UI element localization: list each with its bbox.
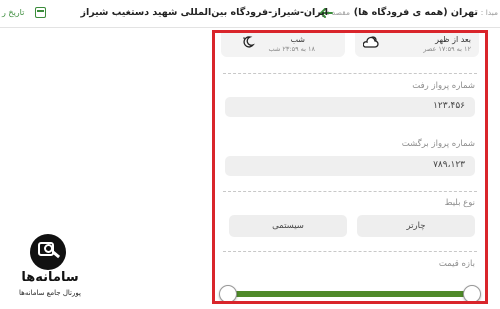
samanehha-logo: سامانه‌ها پورتال جامع سامانه‌ها [8, 232, 92, 304]
logo-tagline: پورتال جامع سامانه‌ها [19, 289, 81, 297]
price-range-slider[interactable] [227, 291, 473, 297]
outbound-flight-label: شماره پرواز رفت [412, 81, 475, 91]
divider [223, 251, 477, 252]
calendar-icon [35, 7, 46, 18]
logo-emblem-icon [30, 234, 66, 270]
price-max-handle[interactable] [463, 285, 481, 301]
night-title: شب [290, 35, 305, 44]
origin-value[interactable]: تهران (همه ی فرودگاه ها) [354, 6, 478, 20]
divider [223, 191, 477, 192]
afternoon-title: بعد از ظهر [435, 35, 471, 44]
outbound-flight-value: ۱۲۳،۴۵۶ [433, 101, 465, 111]
return-flight-input[interactable]: ۷۸۹،۱۲۳ [225, 156, 475, 176]
divider [223, 73, 477, 74]
destination-label: مقصد : [326, 8, 350, 17]
price-min-handle[interactable] [219, 285, 237, 301]
origin-label: مبدا : [480, 8, 498, 17]
night-range: ۱۸ به ۲۳:۵۹ شب [268, 45, 315, 53]
ticket-type-label: نوع بلیط [444, 198, 475, 208]
breadcrumb: مبدا : تهران (همه ی فرودگاه ها) مقصد : ا… [0, 0, 500, 28]
flight-filter-panel: بعد از ظهر ۱۲ به ۱۷:۵۹ عصر شب ۱۸ به ۲۳:۵… [212, 30, 488, 304]
price-range-label: بازه قیمت [438, 259, 475, 269]
ticket-option-charter[interactable]: چارتر [357, 215, 475, 237]
return-flight-value: ۷۸۹،۱۲۳ [433, 160, 465, 170]
ticket-option-system[interactable]: سیستمی [229, 215, 347, 237]
logo-name: سامانه‌ها [21, 270, 79, 285]
destination-value[interactable]: ایران-شیراز-فرودگاه بین‌المللی شهید دستغ… [81, 6, 328, 20]
time-card-night[interactable]: شب ۱۸ به ۲۳:۵۹ شب [221, 33, 345, 57]
sun-cloud-icon [363, 36, 379, 48]
outbound-flight-input[interactable]: ۱۲۳،۴۵۶ [225, 97, 475, 117]
afternoon-range: ۱۲ به ۱۷:۵۹ عصر [423, 45, 471, 53]
moon-icon [243, 36, 255, 48]
return-flight-label: شماره پرواز برگشت [401, 139, 475, 149]
date-label[interactable]: تاریخ ر [2, 8, 24, 17]
time-card-afternoon[interactable]: بعد از ظهر ۱۲ به ۱۷:۵۹ عصر [355, 33, 479, 57]
